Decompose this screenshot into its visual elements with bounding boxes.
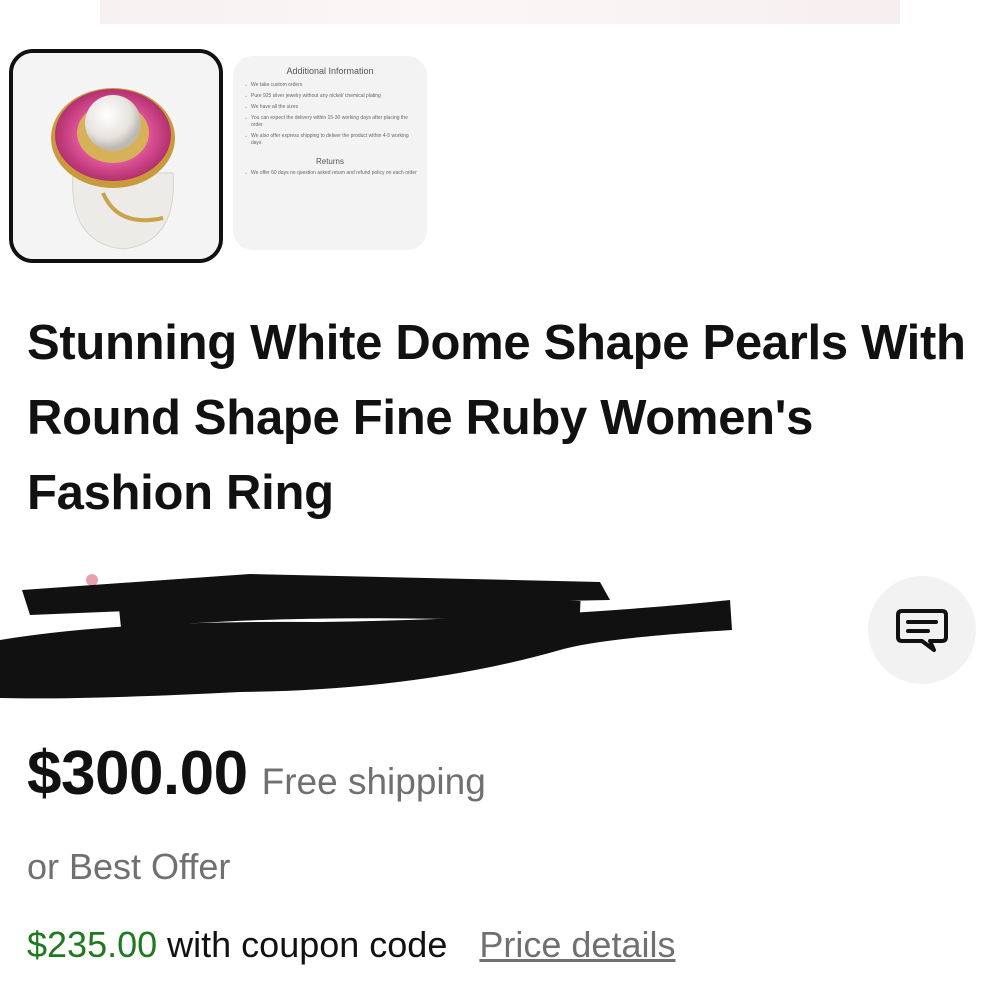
info-line: We take custom orders (243, 82, 417, 89)
listing-title: Stunning White Dome Shape Pearls With Ro… (27, 316, 966, 520)
chat-bubble-icon (896, 609, 948, 652)
info-line: Pure 925 silver jewelry without any nick… (243, 93, 417, 100)
price-row: $300.00 Free shipping (27, 738, 486, 818)
shipping-info: Free shipping (261, 761, 486, 802)
thumbnail-info-card[interactable]: Additional Information We take custom or… (233, 56, 427, 250)
chat-button[interactable] (868, 576, 976, 684)
info-line: We offer 60 days no question asked retur… (243, 170, 417, 177)
ring-image (13, 53, 219, 259)
coupon-price: $235.00 (27, 924, 158, 965)
info-line: We also offer express shipping to delive… (243, 133, 417, 147)
redaction-scribble (0, 574, 732, 699)
coupon-text: with coupon code (167, 924, 448, 965)
price: $300.00 (27, 739, 248, 808)
best-offer-text: or Best Offer (27, 846, 231, 887)
price-details-link[interactable]: Price details (479, 924, 675, 965)
info-line: You can expect the delivery within 15-30… (243, 115, 417, 129)
thumbnail-ring-photo[interactable] (9, 49, 223, 263)
info-card-returns-heading: Returns (315, 157, 344, 166)
info-line: We have all the sizes (243, 104, 417, 111)
coupon-row: $235.00 with coupon code Price details (27, 924, 675, 966)
info-card-heading: Additional Information (286, 66, 374, 76)
previous-image-strip (100, 0, 900, 24)
seller-info-redacted (0, 560, 760, 700)
